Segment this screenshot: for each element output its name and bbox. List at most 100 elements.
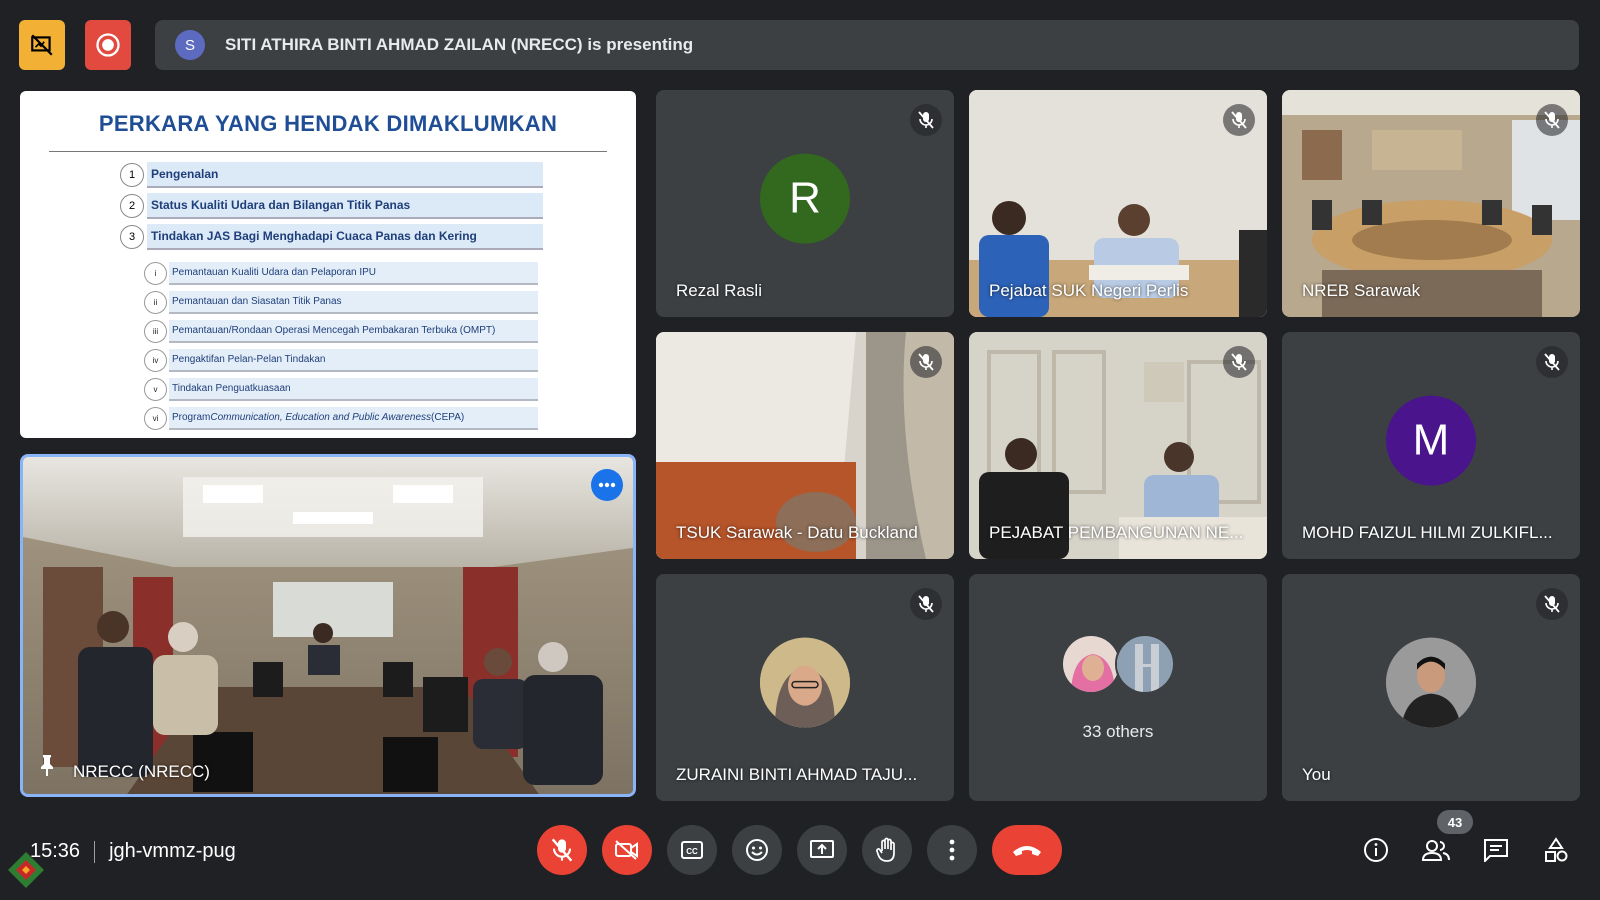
recording-icon[interactable] (85, 20, 131, 70)
participant-name: ZURAINI BINTI AHMAD TAJU... (676, 765, 918, 784)
more-options-button[interactable] (927, 825, 977, 875)
slide-main-item: 2 Status Kualiti Udara dan Bilangan Titi… (120, 192, 543, 220)
participant-name: You (1302, 765, 1331, 784)
slide-sub-item: i Pemantauan Kualiti Udara dan Pelaporan… (144, 261, 538, 286)
slide-sub-list: i Pemantauan Kualiti Udara dan Pelaporan… (144, 261, 538, 435)
slide-main-list: 1 Pengenalan 2 Status Kualiti Udara dan … (120, 161, 543, 254)
present-icon (810, 840, 834, 858)
item-label: Pemantauan/Rondaan Operasi Mencegah Pemb… (169, 320, 538, 343)
more-options-icon[interactable] (591, 469, 623, 501)
item-number: ii (144, 291, 167, 314)
slide-sub-item: v Tindakan Penguatkuasaan (144, 377, 538, 402)
hang-up-icon (1013, 846, 1041, 856)
no-presentation-icon[interactable] (19, 20, 65, 70)
item-label: Pemantauan dan Siasatan Titik Panas (169, 291, 538, 314)
meet-window: S SITI ATHIRA BINTI AHMAD ZAILAN (NRECC)… (0, 0, 1600, 900)
slide-sub-item: iii Pemantauan/Rondaan Operasi Mencegah … (144, 319, 538, 344)
divider (94, 840, 96, 863)
others-tile[interactable]: 33 others (969, 574, 1267, 801)
others-avatars (969, 634, 1267, 694)
top-bar: S SITI ATHIRA BINTI AHMAD ZAILAN (NRECC)… (0, 0, 1600, 90)
hand-icon (876, 837, 895, 862)
conference-room-video (23, 457, 633, 794)
meeting-code: jgh-vmmz-pug (109, 840, 236, 862)
item-number: i (144, 262, 167, 285)
label-italic: Communication, Education and Public Awar… (210, 412, 432, 423)
slide-main-item: 1 Pengenalan (120, 161, 543, 189)
chat-icon (1484, 839, 1508, 862)
leave-call-button[interactable] (992, 825, 1062, 875)
camera-toggle-button[interactable] (602, 825, 652, 875)
item-label: Tindakan JAS Bagi Menghadapi Cuaca Panas… (147, 224, 543, 250)
item-label: Pemantauan Kualiti Udara dan Pelaporan I… (169, 262, 538, 285)
avatar (1115, 634, 1175, 694)
avatar: M (1386, 395, 1476, 486)
participant-tile[interactable]: Pejabat SUK Negeri Perlis (969, 90, 1267, 317)
meeting-details-button[interactable] (1358, 832, 1394, 868)
presenting-text: SITI ATHIRA BINTI AHMAD ZAILAN (NRECC) i… (225, 35, 694, 54)
participant-name: PEJABAT PEMBANGUNAN NE... (989, 523, 1244, 542)
people-icon (1421, 840, 1450, 861)
item-number: 2 (120, 194, 144, 218)
participant-name: NRECC (NRECC) (73, 762, 210, 781)
participant-name: TSUK Sarawak - Datu Buckland (676, 523, 918, 542)
bottom-bar: 15:36 jgh-vmmz-pug CC (0, 810, 1600, 900)
logo-icon (6, 850, 46, 900)
participant-name: Pejabat SUK Negeri Perlis (989, 281, 1189, 300)
participant-tile[interactable]: M MOHD FAIZUL HILMI ZULKIFL... (1282, 332, 1580, 559)
mic-off-icon (910, 346, 942, 378)
slide-divider (49, 151, 607, 152)
mic-off-icon (1536, 346, 1568, 378)
avatar (1386, 637, 1476, 728)
svg-text:CC: CC (686, 847, 698, 856)
slide-main-item: 3 Tindakan JAS Bagi Menghadapi Cuaca Pan… (120, 223, 543, 251)
presenting-banner: S SITI ATHIRA BINTI AHMAD ZAILAN (NRECC)… (155, 20, 1579, 70)
item-number: vi (144, 407, 167, 430)
info-icon (1364, 838, 1388, 862)
participant-tile[interactable]: TSUK Sarawak - Datu Buckland (656, 332, 954, 559)
slide-sub-item: iv Pengaktifan Pelan-Pelan Tindakan (144, 348, 538, 373)
participant-tile[interactable]: R Rezal Rasli (656, 90, 954, 317)
pinned-video-tile[interactable]: NRECC (NRECC) (20, 454, 636, 797)
pin-icon (37, 753, 57, 782)
emoji-icon (746, 839, 768, 861)
chat-button[interactable] (1478, 832, 1514, 868)
raise-hand-button[interactable] (862, 825, 912, 875)
item-number: 1 (120, 163, 144, 187)
mic-off-icon (910, 104, 942, 136)
item-label: Status Kualiti Udara dan Bilangan Titik … (147, 193, 543, 219)
participant-count-badge: 43 (1437, 810, 1473, 834)
mic-off-icon (910, 588, 942, 620)
participant-tile[interactable]: NREB Sarawak (1282, 90, 1580, 317)
avatar: R (760, 153, 850, 244)
participant-name: MOHD FAIZUL HILMI ZULKIFL... (1302, 523, 1553, 542)
item-label: Tindakan Penguatkuasaan (169, 378, 538, 401)
others-group: 33 others (969, 634, 1267, 742)
slide-sub-item: vi Program Communication, Education and … (144, 406, 538, 431)
activities-button[interactable] (1538, 832, 1574, 868)
mic-toggle-button[interactable] (537, 825, 587, 875)
people-button[interactable] (1418, 832, 1454, 868)
presenter-avatar: S (175, 30, 205, 60)
participant-name: Rezal Rasli (676, 281, 762, 300)
item-number: v (144, 378, 167, 401)
profile-photo (1386, 637, 1476, 728)
present-screen-button[interactable] (797, 825, 847, 875)
captions-button[interactable]: CC (667, 825, 717, 875)
mic-off-icon (1536, 588, 1568, 620)
presentation-slide[interactable]: PERKARA YANG HENDAK DIMAKLUMKAN 1 Pengen… (20, 91, 636, 438)
mic-off-icon (551, 838, 573, 862)
participant-tile[interactable]: PEJABAT PEMBANGUNAN NE... (969, 332, 1267, 559)
label-suffix: (CEPA) (431, 412, 465, 423)
avatar (760, 637, 850, 728)
vertical-dots-icon (949, 839, 955, 861)
self-tile[interactable]: You (1282, 574, 1580, 801)
mic-off-icon (1223, 104, 1255, 136)
participant-tile[interactable]: ZURAINI BINTI AHMAD TAJU... (656, 574, 954, 801)
others-count: 33 others (1082, 722, 1154, 741)
reactions-button[interactable] (732, 825, 782, 875)
slide-title: PERKARA YANG HENDAK DIMAKLUMKAN (98, 111, 558, 136)
avatar (1061, 634, 1121, 694)
mic-off-icon (1223, 346, 1255, 378)
slide-sub-item: ii Pemantauan dan Siasatan Titik Panas (144, 290, 538, 315)
